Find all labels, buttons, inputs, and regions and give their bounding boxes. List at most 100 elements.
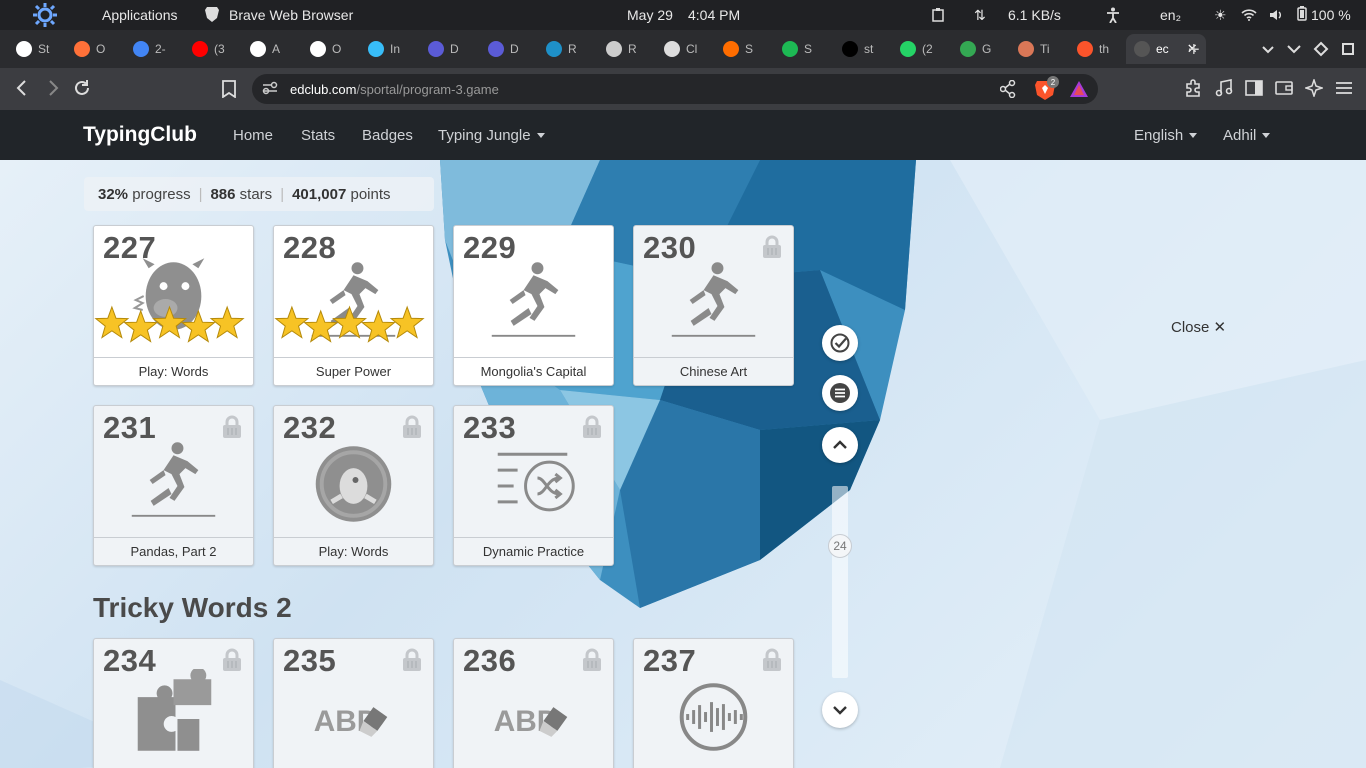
points-count: 401,007	[292, 185, 347, 203]
browser-tab[interactable]: st	[842, 34, 873, 64]
lesson-title: Play: Words	[274, 537, 433, 565]
site-logo[interactable]: TypingClub	[83, 110, 197, 160]
browser-tab[interactable]: S	[782, 34, 812, 64]
leo-ai-icon[interactable]	[1303, 77, 1325, 102]
share-icon[interactable]	[999, 79, 1016, 103]
url-path: /sportal/program-3.game	[356, 81, 499, 97]
browser-tab[interactable]: St	[16, 34, 49, 64]
browser-menu-icon[interactable]	[1336, 81, 1352, 100]
nav-badges[interactable]: Badges	[362, 110, 413, 160]
address-bar[interactable]: edclub.com/sportal/program-3.game	[252, 74, 1098, 104]
accessibility-icon[interactable]	[1106, 0, 1120, 30]
battery-indicator[interactable]: 100 %	[1297, 0, 1351, 30]
applications-menu[interactable]: Applications	[102, 0, 178, 30]
reload-button[interactable]	[73, 79, 91, 102]
site-info-icon[interactable]	[262, 81, 278, 98]
tab-label: Ti	[1040, 42, 1050, 56]
lesson-illustration: ABD	[314, 705, 388, 738]
github-icon	[250, 41, 266, 57]
lesson-card[interactable]: 228 Super Power	[273, 225, 434, 386]
clipboard-icon[interactable]	[932, 0, 944, 30]
user-label: Adhil	[1223, 126, 1257, 144]
volume-icon[interactable]	[1269, 0, 1283, 30]
browser-tab[interactable]: Ti	[1018, 34, 1050, 64]
sidebar-toggle-icon[interactable]	[1245, 80, 1263, 101]
site-navbar: TypingClub Home Stats Badges Typing Jung…	[0, 110, 1366, 160]
lesson-card[interactable]: 229 Mongolia's Capital	[453, 225, 614, 386]
lesson-card[interactable]: 232 Play: Words	[273, 405, 434, 566]
browser-tab[interactable]: G	[960, 34, 991, 64]
nav-typing-jungle-label: Typing Jungle	[438, 126, 531, 144]
user-dropdown[interactable]: Adhil	[1223, 110, 1271, 160]
keyboard-layout[interactable]: en₂	[1160, 0, 1181, 30]
nav-stats[interactable]: Stats	[301, 110, 335, 160]
tab-pin-icon[interactable]	[1313, 41, 1329, 57]
browser-tab[interactable]: O	[310, 34, 341, 64]
nav-home[interactable]: Home	[233, 110, 273, 160]
shield-count-badge: 2	[1047, 76, 1059, 88]
lesson-card[interactable]: 230 Chinese Art	[633, 225, 794, 386]
date[interactable]: May 29	[627, 0, 673, 30]
tab-list-icon[interactable]	[1260, 41, 1276, 57]
devtools-icon	[428, 41, 444, 57]
brave-rewards-icon[interactable]	[1069, 80, 1089, 103]
lesson-card[interactable]: 227 Play: Words	[93, 225, 254, 386]
tab-overflow-icon[interactable]	[1286, 41, 1302, 57]
window-control-icon[interactable]	[1340, 41, 1356, 57]
back-button[interactable]	[14, 79, 30, 102]
url-domain: edclub.com	[290, 81, 357, 97]
browser-tab[interactable]: th	[1077, 34, 1109, 64]
browser-tab[interactable]: (2	[900, 34, 933, 64]
browser-tab[interactable]: S	[723, 34, 753, 64]
browser-tab[interactable]: (3	[192, 34, 225, 64]
completed-filter-button[interactable]	[822, 325, 858, 361]
tab-label: O	[96, 42, 106, 56]
bookmark-icon[interactable]	[222, 80, 236, 103]
brave-shields-button[interactable]: 2	[1035, 76, 1059, 100]
tab-label: R	[568, 42, 577, 56]
lesson-card[interactable]: 231 Pandas, Part 2	[93, 405, 254, 566]
network-speed[interactable]: 6.1 KB/s	[1008, 0, 1061, 30]
close-button[interactable]: Close ✕	[1171, 318, 1226, 336]
new-tab-button[interactable]: +	[1188, 39, 1200, 62]
browser-tab[interactable]: D	[488, 34, 519, 64]
nav-typing-jungle[interactable]: Typing Jungle	[438, 110, 545, 160]
scroll-track[interactable]	[832, 486, 848, 678]
progress-percent: 32%	[98, 185, 129, 203]
tab-label: St	[38, 42, 50, 56]
extensions-icon[interactable]	[1184, 79, 1202, 102]
tab-strip: St O 2- (3 A O In D D R R Cl S Sst (2 G Ti th ec ✕ +	[0, 30, 1366, 68]
tab-label: (2	[922, 42, 933, 56]
forward-button[interactable]	[45, 79, 61, 102]
browser-tab[interactable]: Cl	[664, 34, 697, 64]
browser-tab[interactable]: R	[606, 34, 637, 64]
scroll-down-button[interactable]	[822, 692, 858, 728]
lesson-card[interactable]: 235 ABD	[273, 638, 434, 768]
active-window[interactable]: Brave Web Browser	[205, 0, 353, 30]
browser-tab[interactable]: 2-	[133, 34, 166, 64]
lesson-card[interactable]: 237	[633, 638, 794, 768]
scroll-up-button[interactable]	[822, 427, 858, 463]
language-dropdown[interactable]: English	[1134, 110, 1198, 160]
openai-icon	[16, 41, 32, 57]
wallet-icon[interactable]	[1275, 80, 1293, 101]
github-icon	[310, 41, 326, 57]
browser-tab[interactable]: D	[428, 34, 459, 64]
clock[interactable]: 4:04 PM	[688, 0, 740, 30]
menu-button[interactable]	[822, 375, 858, 411]
lesson-illustration: ABD	[494, 705, 568, 738]
lesson-card[interactable]: 236 ABD	[453, 638, 614, 768]
browser-tab[interactable]: In	[368, 34, 400, 64]
lesson-card[interactable]: 233 Dynamic Practice	[453, 405, 614, 566]
devtools-icon	[488, 41, 504, 57]
lesson-illustration	[679, 683, 748, 751]
scroll-position-indicator[interactable]: 24	[828, 534, 852, 558]
browser-tab[interactable]: R	[546, 34, 577, 64]
app-menu-icon[interactable]	[32, 0, 58, 30]
media-icon[interactable]	[1215, 79, 1233, 102]
browser-tab[interactable]: O	[74, 34, 105, 64]
wifi-icon[interactable]	[1241, 0, 1257, 30]
brightness-icon[interactable]: ☀	[1214, 0, 1227, 30]
lesson-card[interactable]: 234	[93, 638, 254, 768]
browser-tab[interactable]: A	[250, 34, 280, 64]
